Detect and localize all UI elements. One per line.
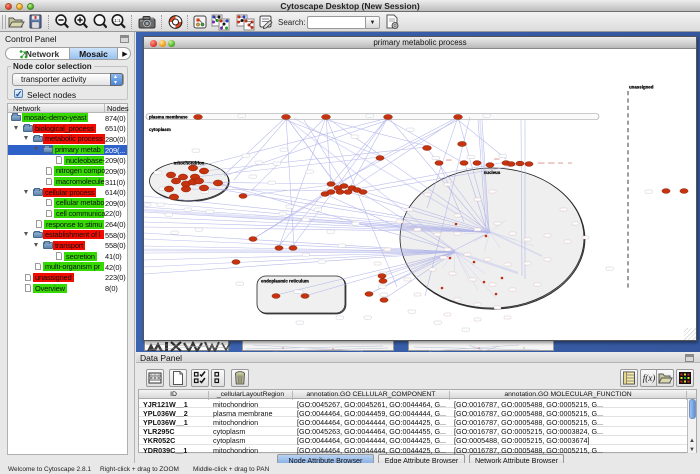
svg-text:unassigned: unassigned — [629, 85, 654, 90]
svg-text:cytoplasm: cytoplasm — [149, 127, 171, 132]
svg-text:plasma membrane: plasma membrane — [149, 115, 188, 120]
svg-text:f(x): f(x) — [643, 373, 656, 383]
svg-text:nucleus: nucleus — [484, 170, 501, 175]
svg-text:mitochondrion: mitochondrion — [174, 161, 205, 166]
svg-text:1:1: 1:1 — [114, 18, 121, 23]
svg-text:endoplasmic reticulum: endoplasmic reticulum — [261, 279, 309, 284]
